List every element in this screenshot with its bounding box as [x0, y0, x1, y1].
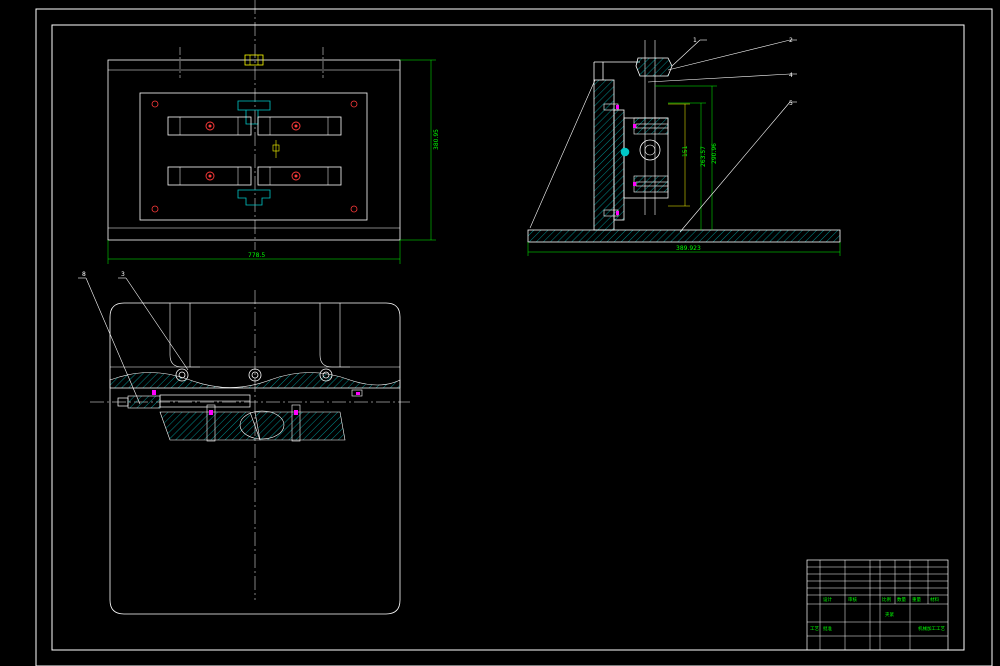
title-block-label-0: 设计: [823, 596, 832, 603]
title-block-label-7: 材料: [930, 596, 939, 603]
title-block-label-4: 比例: [882, 596, 891, 603]
side-leader-4: 5: [789, 100, 793, 107]
title-block-label-3: 批准: [823, 625, 832, 632]
title-block: 设计 审核 工艺 批准 比例 数量 重量 材料 夹紧 机械加工工艺: [806, 559, 949, 651]
title-block-drawing-name: 夹紧: [885, 611, 894, 618]
side-view-height-dim-3: 151: [682, 145, 689, 157]
top-view-height-label: 380.95: [433, 129, 440, 150]
title-block-label-2: 工艺: [810, 626, 819, 632]
side-leader-1: 1: [693, 37, 697, 44]
top-view: 778.5 380.95: [107, 0, 440, 264]
top-view-slide-profile: [237, 100, 271, 206]
top-view-width-label: 778.5: [248, 252, 265, 259]
side-leader-3: 4: [789, 72, 793, 79]
title-block-label-5: 数量: [897, 596, 906, 603]
inner-frame: [51, 24, 965, 651]
front-section-view: 8 3: [78, 271, 410, 615]
clamp-bar-top-right: [257, 116, 342, 136]
front-leader-1: 8: [82, 271, 86, 278]
outer-frame: [35, 8, 993, 666]
top-view-outer-plate: [107, 59, 401, 241]
side-view-base-plate: [527, 229, 841, 243]
top-view-height-dimension: 380.95: [400, 59, 440, 241]
side-view-height-dim-2: 263.57: [700, 146, 707, 167]
top-view-width-dimension: 778.5: [107, 240, 401, 264]
title-block-label-1: 审核: [848, 596, 857, 603]
title-block-label-6: 重量: [912, 596, 921, 603]
side-leader-2: 2: [789, 37, 793, 44]
side-view-height-dim-1: 290.96: [711, 143, 718, 164]
corner-screws: [151, 100, 358, 213]
title-block-company: 机械加工工艺: [918, 625, 945, 632]
clamp-bar-top-left: [167, 116, 252, 136]
side-view-vertical-plate: [593, 79, 615, 231]
top-view-inner-plate: [139, 92, 368, 221]
front-leader-2: 3: [121, 271, 125, 278]
drawing-sheet: 778.5 380.95 290.96 263.57 151 389.923 1…: [35, 0, 993, 666]
side-view: 290.96 263.57 151 389.923 1 2 4 5: [527, 37, 841, 256]
side-view-base-dim: 389.923: [676, 245, 701, 252]
clamp-bar-bottom-right: [257, 166, 342, 186]
clamp-bar-bottom-left: [167, 166, 252, 186]
